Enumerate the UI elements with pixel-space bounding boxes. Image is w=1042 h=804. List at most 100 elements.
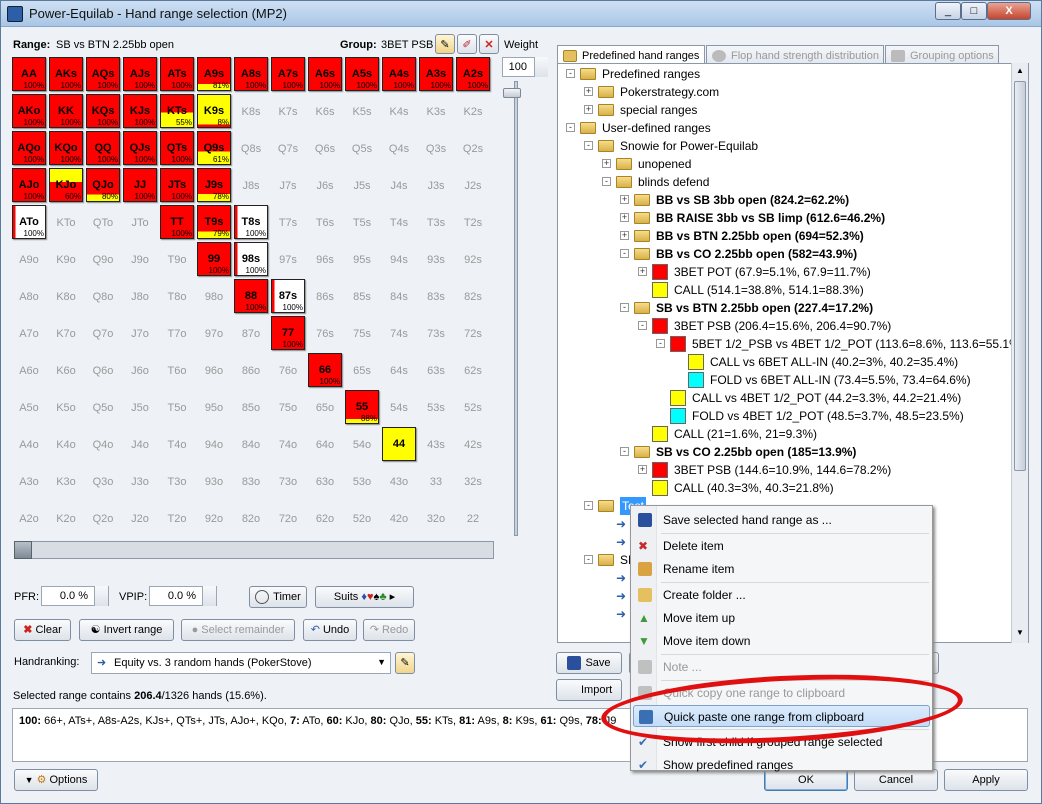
hand-cell-AJs[interactable]: AJs 100%: [123, 57, 157, 91]
hand-cell-QTs[interactable]: QTs 100%: [160, 131, 194, 165]
hand-cell-AQs[interactable]: AQs 100%: [86, 57, 120, 91]
hand-cell-63s[interactable]: 63s: [419, 353, 453, 387]
scroll-down-icon[interactable]: ▼: [1016, 628, 1024, 637]
hand-cell-99[interactable]: 99 100%: [197, 242, 231, 276]
hand-cell-Q4o[interactable]: Q4o: [86, 427, 120, 461]
timer-button[interactable]: Timer: [249, 586, 307, 608]
hand-cell-T3s[interactable]: T3s: [419, 205, 453, 239]
hand-cell-J9s[interactable]: J9s 78%: [197, 168, 231, 202]
hand-cell-44[interactable]: 44: [382, 427, 416, 461]
edit-handranking-button[interactable]: ✎: [395, 652, 415, 674]
hand-cell-J8o[interactable]: J8o: [123, 279, 157, 313]
hand-cell-T4s[interactable]: T4s: [382, 205, 416, 239]
hand-cell-KTo[interactable]: KTo: [49, 205, 83, 239]
minimize-button[interactable]: _: [935, 2, 961, 20]
menu-item[interactable]: Rename item: [633, 558, 930, 580]
hand-cell-K3o[interactable]: K3o: [49, 464, 83, 498]
hand-cell-KK[interactable]: KK 100%: [49, 94, 83, 128]
expand-icon[interactable]: +: [638, 465, 647, 474]
hand-cell-76o[interactable]: 76o: [271, 353, 305, 387]
hand-cell-A5s[interactable]: A5s 100%: [345, 57, 379, 91]
hand-cell-QJs[interactable]: QJs 100%: [123, 131, 157, 165]
options-button[interactable]: ▼ ⚙ Options: [14, 769, 98, 791]
hand-cell-QJo[interactable]: QJo 80%: [86, 168, 120, 202]
hand-cell-J2s[interactable]: J2s: [456, 168, 490, 202]
handranking-select[interactable]: ➜ Equity vs. 3 random hands (PokerStove) ▼: [91, 652, 391, 674]
hand-cell-Q5s[interactable]: Q5s: [345, 131, 379, 165]
hand-cell-A6o[interactable]: A6o: [12, 353, 46, 387]
hand-cell-94o[interactable]: 94o: [197, 427, 231, 461]
hand-cell-65s[interactable]: 65s: [345, 353, 379, 387]
save-button[interactable]: Save: [556, 652, 622, 674]
tree-scrollbar[interactable]: ▲ ▼: [1011, 63, 1028, 643]
hand-cell-Q3o[interactable]: Q3o: [86, 464, 120, 498]
clear-button[interactable]: ✖ Clear: [14, 619, 71, 641]
hand-cell-J4o[interactable]: J4o: [123, 427, 157, 461]
hand-cell-97o[interactable]: 97o: [197, 316, 231, 350]
hand-cell-K9o[interactable]: K9o: [49, 242, 83, 276]
collapse-icon[interactable]: -: [584, 501, 593, 510]
weight-spinner[interactable]: [534, 57, 548, 77]
hand-cell-82o[interactable]: 82o: [234, 501, 268, 535]
hand-cell-AJo[interactable]: AJo 100%: [12, 168, 46, 202]
hand-cell-T9s[interactable]: T9s 79%: [197, 205, 231, 239]
hand-cell-54s[interactable]: 54s: [382, 390, 416, 424]
hand-cell-A4s[interactable]: A4s 100%: [382, 57, 416, 91]
pfr-spinner[interactable]: [94, 586, 108, 606]
hand-cell-K9s[interactable]: K9s 8%: [197, 94, 231, 128]
hand-cell-96s[interactable]: 96s: [308, 242, 342, 276]
expand-icon[interactable]: +: [620, 195, 629, 204]
import-button[interactable]: Import: [556, 679, 622, 701]
hand-cell-42s[interactable]: 42s: [456, 427, 490, 461]
expand-icon[interactable]: +: [584, 105, 593, 114]
weight-slider-thumb[interactable]: [503, 88, 521, 98]
hand-cell-T8o[interactable]: T8o: [160, 279, 194, 313]
hand-cell-66[interactable]: 66 100%: [308, 353, 342, 387]
hand-cell-JTo[interactable]: JTo: [123, 205, 157, 239]
hand-cell-AKs[interactable]: AKs 100%: [49, 57, 83, 91]
hand-cell-J8s[interactable]: J8s: [234, 168, 268, 202]
hand-cell-K5s[interactable]: K5s: [345, 94, 379, 128]
hand-cell-32s[interactable]: 32s: [456, 464, 490, 498]
hand-cell-K4s[interactable]: K4s: [382, 94, 416, 128]
hand-cell-K4o[interactable]: K4o: [49, 427, 83, 461]
hand-cell-KQs[interactable]: KQs 100%: [86, 94, 120, 128]
hand-cell-64s[interactable]: 64s: [382, 353, 416, 387]
hand-cell-JTs[interactable]: JTs 100%: [160, 168, 194, 202]
hand-cell-J6s[interactable]: J6s: [308, 168, 342, 202]
hand-cell-54o[interactable]: 54o: [345, 427, 379, 461]
range-slider-track[interactable]: [14, 541, 494, 559]
hand-cell-K2s[interactable]: K2s: [456, 94, 490, 128]
menu-item[interactable]: ✖ Delete item: [633, 535, 930, 557]
hand-cell-J6o[interactable]: J6o: [123, 353, 157, 387]
hand-cell-QQ[interactable]: QQ 100%: [86, 131, 120, 165]
expand-icon[interactable]: +: [602, 159, 611, 168]
hand-cell-Q9o[interactable]: Q9o: [86, 242, 120, 276]
hand-cell-T2s[interactable]: T2s: [456, 205, 490, 239]
hand-cell-T6o[interactable]: T6o: [160, 353, 194, 387]
hand-cell-T6s[interactable]: T6s: [308, 205, 342, 239]
hand-cell-A7s[interactable]: A7s 100%: [271, 57, 305, 91]
hand-cell-J5s[interactable]: J5s: [345, 168, 379, 202]
hand-cell-T9o[interactable]: T9o: [160, 242, 194, 276]
hand-cell-QTo[interactable]: QTo: [86, 205, 120, 239]
collapse-icon[interactable]: -: [620, 249, 629, 258]
hand-cell-84o[interactable]: 84o: [234, 427, 268, 461]
hand-cell-Q5o[interactable]: Q5o: [86, 390, 120, 424]
hand-cell-74o[interactable]: 74o: [271, 427, 305, 461]
hand-cell-92s[interactable]: 92s: [456, 242, 490, 276]
hand-cell-A5o[interactable]: A5o: [12, 390, 46, 424]
hand-cell-K6s[interactable]: K6s: [308, 94, 342, 128]
hand-cell-K7s[interactable]: K7s: [271, 94, 305, 128]
hand-cell-KJo[interactable]: KJo 60%: [49, 168, 83, 202]
scroll-up-icon[interactable]: ▲: [1016, 66, 1024, 75]
hand-cell-J2o[interactable]: J2o: [123, 501, 157, 535]
hand-cell-TT[interactable]: TT 100%: [160, 205, 194, 239]
hand-cell-63o[interactable]: 63o: [308, 464, 342, 498]
close-button[interactable]: X: [987, 2, 1031, 20]
hand-cell-75o[interactable]: 75o: [271, 390, 305, 424]
menu-item[interactable]: Create folder ...: [633, 584, 930, 606]
collapse-icon[interactable]: -: [656, 339, 665, 348]
hand-cell-J5o[interactable]: J5o: [123, 390, 157, 424]
edit-group-button[interactable]: ✎: [435, 34, 455, 54]
